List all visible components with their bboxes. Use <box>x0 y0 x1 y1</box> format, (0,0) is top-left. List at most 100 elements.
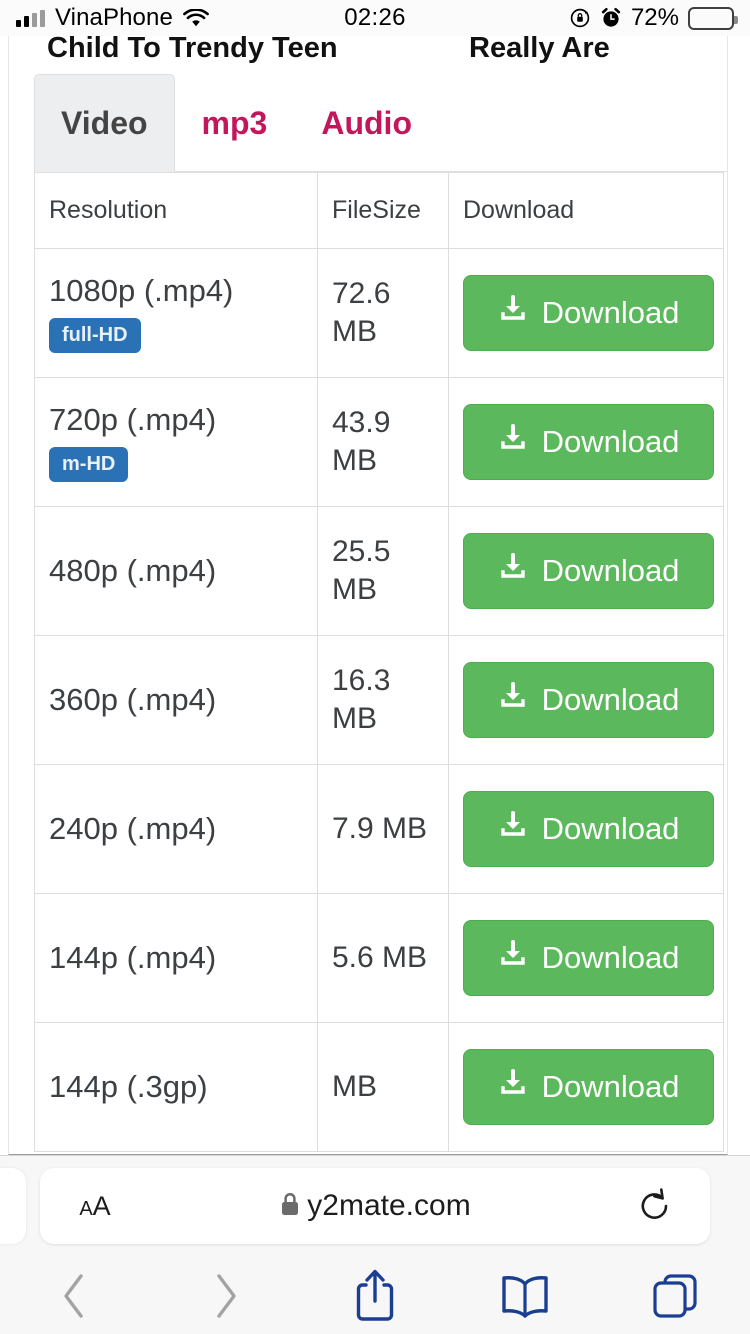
table-body: 1080p (.mp4) full-HD 72.6 MB Download 720p (… <box>34 248 724 1152</box>
page-container: Child To Trendy Teen Really Are Video mp… <box>8 36 728 1155</box>
resolution-label: 144p (.3gp) <box>49 1069 208 1105</box>
cell-download: Download <box>448 1022 724 1152</box>
downloads-table: Resolution FileSize Download 1080p (.mp4… <box>34 172 724 1152</box>
download-button-label: Download <box>541 682 680 717</box>
tabs-icon[interactable] <box>600 1270 750 1322</box>
download-button-label: Download <box>541 295 680 330</box>
cell-resolution: 1080p (.mp4) full-HD <box>34 248 318 378</box>
safari-tab-strip: AAAA y2mate.com <box>0 1156 750 1256</box>
table-row: 480p (.mp4) 25.5 MB Download <box>34 506 724 636</box>
cell-download: Download <box>448 764 724 894</box>
iphone-screen: VinaPhone 02:26 72% Child To Trendy Teen… <box>0 0 750 1334</box>
download-icon <box>498 1068 528 1106</box>
clock: 02:26 <box>344 4 406 31</box>
filesize-label: 43.9 MB <box>332 405 391 477</box>
quality-badge: m-HD <box>49 446 129 482</box>
resolution-label: 144p (.mp4) <box>49 940 217 976</box>
table-row: 720p (.mp4) m-HD 43.9 MB Download <box>34 377 724 507</box>
download-button[interactable]: Download <box>463 533 714 609</box>
download-icon <box>498 423 528 461</box>
cell-resolution: 480p (.mp4) <box>34 506 318 636</box>
back-button[interactable] <box>0 1270 150 1322</box>
resolution-label: 480p (.mp4) <box>49 553 217 589</box>
download-button[interactable]: Download <box>463 920 714 996</box>
cell-filesize: 16.3 MB <box>317 635 449 765</box>
adjacent-tab-peek[interactable] <box>0 1168 26 1244</box>
cell-download: Download <box>448 377 724 507</box>
download-button[interactable]: Download <box>463 275 714 351</box>
wifi-icon <box>183 7 209 28</box>
cell-download: Download <box>448 506 724 636</box>
cell-resolution: 144p (.3gp) <box>34 1022 318 1152</box>
filesize-label: 72.6 MB <box>332 276 391 348</box>
cell-resolution: 240p (.mp4) <box>34 764 318 894</box>
status-bar: VinaPhone 02:26 72% <box>0 0 750 36</box>
resolution-label: 1080p (.mp4) <box>49 273 234 309</box>
download-button[interactable]: Download <box>463 791 714 867</box>
tab-mp3[interactable]: mp3 <box>175 74 295 172</box>
address-bar[interactable]: AAAA y2mate.com <box>40 1168 710 1244</box>
bookmarks-icon[interactable] <box>450 1273 600 1319</box>
cell-filesize: 72.6 MB <box>317 248 449 378</box>
table-header-row: Resolution FileSize Download <box>34 172 724 249</box>
cell-download: Download <box>448 635 724 765</box>
reload-button[interactable] <box>600 1187 710 1225</box>
cell-resolution: 144p (.mp4) <box>34 893 318 1023</box>
ad-headline-right: Really Are <box>469 36 610 64</box>
resolution-label: 240p (.mp4) <box>49 811 217 847</box>
cell-filesize: 7.9 MB <box>317 764 449 894</box>
download-button[interactable]: Download <box>463 1049 714 1125</box>
carrier-name: VinaPhone <box>55 4 173 31</box>
filesize-label: 7.9 MB <box>332 811 428 845</box>
cell-resolution: 360p (.mp4) <box>34 635 318 765</box>
signal-bars-icon <box>16 9 45 27</box>
download-icon <box>498 294 528 332</box>
cell-filesize: 5.6 MB <box>317 893 449 1023</box>
cell-download: Download <box>448 893 724 1023</box>
download-button-label: Download <box>541 940 680 975</box>
resolution-label: 360p (.mp4) <box>49 682 217 718</box>
table-row: 360p (.mp4) 16.3 MB Download <box>34 635 724 765</box>
filesize-label: 5.6 MB <box>332 940 428 974</box>
filesize-label: 25.5 MB <box>332 534 391 606</box>
downloads-table-wrapper: Resolution FileSize Download 1080p (.mp4… <box>34 172 724 1152</box>
safari-toolbar <box>0 1256 750 1334</box>
status-bar-right: 72% <box>474 4 738 32</box>
filesize-label: 16.3 MB <box>332 663 391 735</box>
format-tabs: Video mp3 Audio <box>34 74 728 172</box>
table-row: 144p (.mp4) 5.6 MB Download <box>34 893 724 1023</box>
ad-headline-strip: Child To Trendy Teen Really Are <box>9 36 727 68</box>
tab-audio-label: Audio <box>321 104 412 141</box>
table-row: 144p (.3gp) MB Download <box>34 1022 724 1152</box>
download-button[interactable]: Download <box>463 662 714 738</box>
tab-mp3-label: mp3 <box>201 104 268 141</box>
download-button[interactable]: Download <box>463 404 714 480</box>
text-size-button[interactable]: AAAA <box>40 1191 150 1222</box>
ad-headline-left: Child To Trendy Teen <box>47 36 338 64</box>
column-header-resolution: Resolution <box>34 172 318 249</box>
resolution-label: 720p (.mp4) <box>49 402 217 438</box>
cell-download: Download <box>448 248 724 378</box>
forward-button[interactable] <box>150 1270 300 1322</box>
rotation-lock-icon <box>569 7 591 29</box>
battery-percent: 72% <box>630 4 679 31</box>
tab-video[interactable]: Video <box>34 74 175 172</box>
download-button-label: Download <box>541 811 680 846</box>
download-icon <box>498 681 528 719</box>
tab-audio[interactable]: Audio <box>294 74 439 172</box>
download-button-label: Download <box>541 1069 680 1104</box>
download-icon <box>498 810 528 848</box>
alarm-icon <box>600 7 622 29</box>
address-bar-content: y2mate.com <box>150 1189 600 1223</box>
download-icon <box>498 552 528 590</box>
status-bar-center: 02:26 <box>276 4 474 32</box>
web-page-viewport: Child To Trendy Teen Really Are Video mp… <box>0 36 750 1155</box>
table-row: 1080p (.mp4) full-HD 72.6 MB Download <box>34 248 724 378</box>
cell-filesize: 43.9 MB <box>317 377 449 507</box>
cell-resolution: 720p (.mp4) m-HD <box>34 377 318 507</box>
share-icon[interactable] <box>300 1267 450 1325</box>
safari-bottom-bar: AAAA y2mate.com <box>0 1155 750 1334</box>
column-header-filesize: FileSize <box>317 172 449 249</box>
column-header-download: Download <box>448 172 724 249</box>
cell-filesize: MB <box>317 1022 449 1152</box>
